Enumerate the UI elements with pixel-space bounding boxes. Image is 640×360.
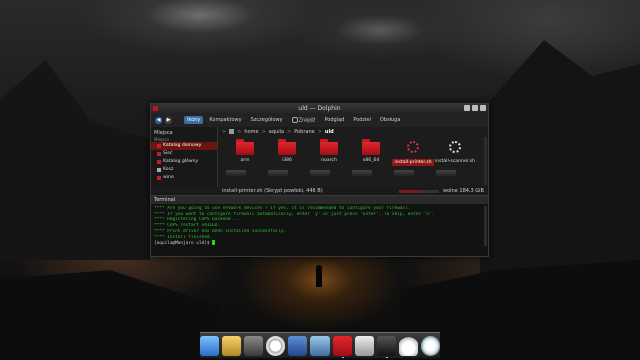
places-item-label: Katalog główny [163, 159, 199, 164]
window-title: uld — Dolphin [298, 105, 341, 112]
cloud-icon[interactable] [398, 336, 418, 356]
network-icon [157, 152, 161, 156]
split-button[interactable]: Podziel [350, 116, 374, 124]
search-icon [291, 116, 298, 123]
tools-icon[interactable] [288, 336, 308, 356]
trash-icon [157, 168, 161, 172]
folder-icon [236, 139, 254, 155]
back-button[interactable]: ◀ [155, 116, 162, 124]
file-label: i386 [281, 158, 293, 163]
mountain-right [480, 40, 640, 280]
file-view-scrollbar[interactable] [484, 137, 487, 185]
file-label: install-scanner.sh [434, 159, 476, 164]
preview-button[interactable]: Podgląd [321, 116, 347, 124]
forward-button[interactable]: ▶ [165, 116, 172, 124]
disk-usage-fill [399, 189, 422, 193]
file-item-x86_64[interactable]: x86_64 [350, 139, 392, 166]
figure-silhouette [316, 265, 322, 287]
maximize-button[interactable] [472, 105, 478, 111]
minimize-button[interactable] [464, 105, 470, 111]
terminal-panel-header: Terminal [151, 195, 488, 204]
places-item-label: Sieć [163, 151, 173, 156]
places-item-wine[interactable]: wine [151, 174, 217, 182]
window-titlebar[interactable]: uld — Dolphin [151, 104, 488, 113]
places-panel: Miejsca Miejsca Katalog domowy Sieć Kata… [151, 127, 218, 187]
places-item-label: wine [163, 175, 174, 180]
folder-icon [362, 139, 380, 155]
places-item-label: Kosz [163, 167, 174, 172]
file-item-install-printer[interactable]: install-printer.sh [392, 140, 434, 166]
file-label: noarch [321, 158, 337, 163]
view-details-button[interactable]: Szczegółowy [248, 116, 286, 124]
toolbar: ◀ ▶ Ikony Kompaktowy Szczegółowy Znajdź … [151, 113, 488, 127]
file-label: arm [240, 158, 250, 163]
shell-script-icon [448, 140, 463, 157]
red-folder-icon[interactable] [332, 336, 352, 358]
places-item-label: Katalog domowy [163, 143, 202, 148]
file-view[interactable]: > > home > aquila > Pobrane > uld arm i3… [218, 127, 488, 187]
mountain-left [0, 60, 150, 260]
breadcrumb-aquila[interactable]: aquila [269, 129, 284, 135]
breadcrumb-uld[interactable]: uld [325, 129, 334, 135]
storage-icon[interactable] [244, 336, 264, 356]
file-label: install-printer.sh [392, 159, 434, 166]
terminal-cursor [212, 240, 216, 246]
image-viewer-icon[interactable] [310, 336, 330, 356]
terminal-prompt: [aquila@Manjaro uld]$ [154, 241, 213, 247]
dolphin-window: uld — Dolphin ◀ ▶ Ikony Kompaktowy Szcze… [150, 103, 489, 257]
file-item-arm[interactable]: arm [224, 139, 266, 166]
breadcrumb-pobrane[interactable]: Pobrane [294, 129, 314, 135]
places-item-trash[interactable]: Kosz [151, 166, 217, 174]
free-space: wolne 184,3 GiB [443, 188, 484, 194]
folder-icon [278, 139, 296, 155]
root-folder-icon [157, 160, 161, 164]
file-item-noarch[interactable]: noarch [308, 139, 350, 166]
terminal-panel[interactable]: **** Are you going to use network device… [151, 204, 488, 256]
home-folder-icon [157, 144, 161, 148]
stamp-app-icon[interactable] [222, 336, 242, 356]
view-compact-button[interactable]: Kompaktowy [206, 116, 244, 124]
file-item-install-scanner[interactable]: install-scanner.sh [434, 140, 476, 166]
terminal-icon[interactable] [376, 336, 396, 358]
dolphin-app-icon[interactable] [153, 106, 158, 111]
places-item-network[interactable]: Sieć [151, 150, 217, 158]
disk-usage-bar [399, 189, 440, 193]
dock [199, 332, 441, 358]
safari-icon[interactable] [420, 336, 441, 356]
find-label: Znajdź [298, 117, 316, 124]
breadcrumb: > > home > aquila > Pobrane > uld [222, 128, 334, 135]
file-label: x86_64 [362, 158, 380, 163]
folder-icon [320, 139, 338, 155]
finder-icon[interactable] [199, 336, 220, 356]
view-icons-button[interactable]: Ikony [184, 116, 204, 124]
cliff-bottom-left [0, 270, 220, 360]
wine-folder-icon [157, 176, 161, 180]
places-item-home[interactable]: Katalog domowy [151, 142, 217, 150]
terminal-scrollbar[interactable] [484, 206, 487, 246]
next-row-partial [218, 166, 488, 176]
file-item-i386[interactable]: i386 [266, 139, 308, 166]
control-menu-button[interactable]: Obsługa [377, 116, 404, 124]
close-button[interactable] [480, 105, 486, 111]
clock-icon[interactable] [266, 336, 286, 356]
text-editor-icon[interactable] [354, 336, 374, 356]
places-header: Miejsca [154, 130, 173, 136]
status-text: install-printer.sh (Skrypt powłoki, 446 … [222, 188, 323, 194]
shell-script-icon [406, 140, 421, 157]
find-button[interactable]: Znajdź [289, 116, 319, 125]
breadcrumb-home[interactable]: home [244, 129, 258, 135]
places-item-root[interactable]: Katalog główny [151, 158, 217, 166]
status-bar: install-printer.sh (Skrypt powłoki, 446 … [151, 187, 488, 195]
breadcrumb-root-icon[interactable] [229, 129, 235, 134]
